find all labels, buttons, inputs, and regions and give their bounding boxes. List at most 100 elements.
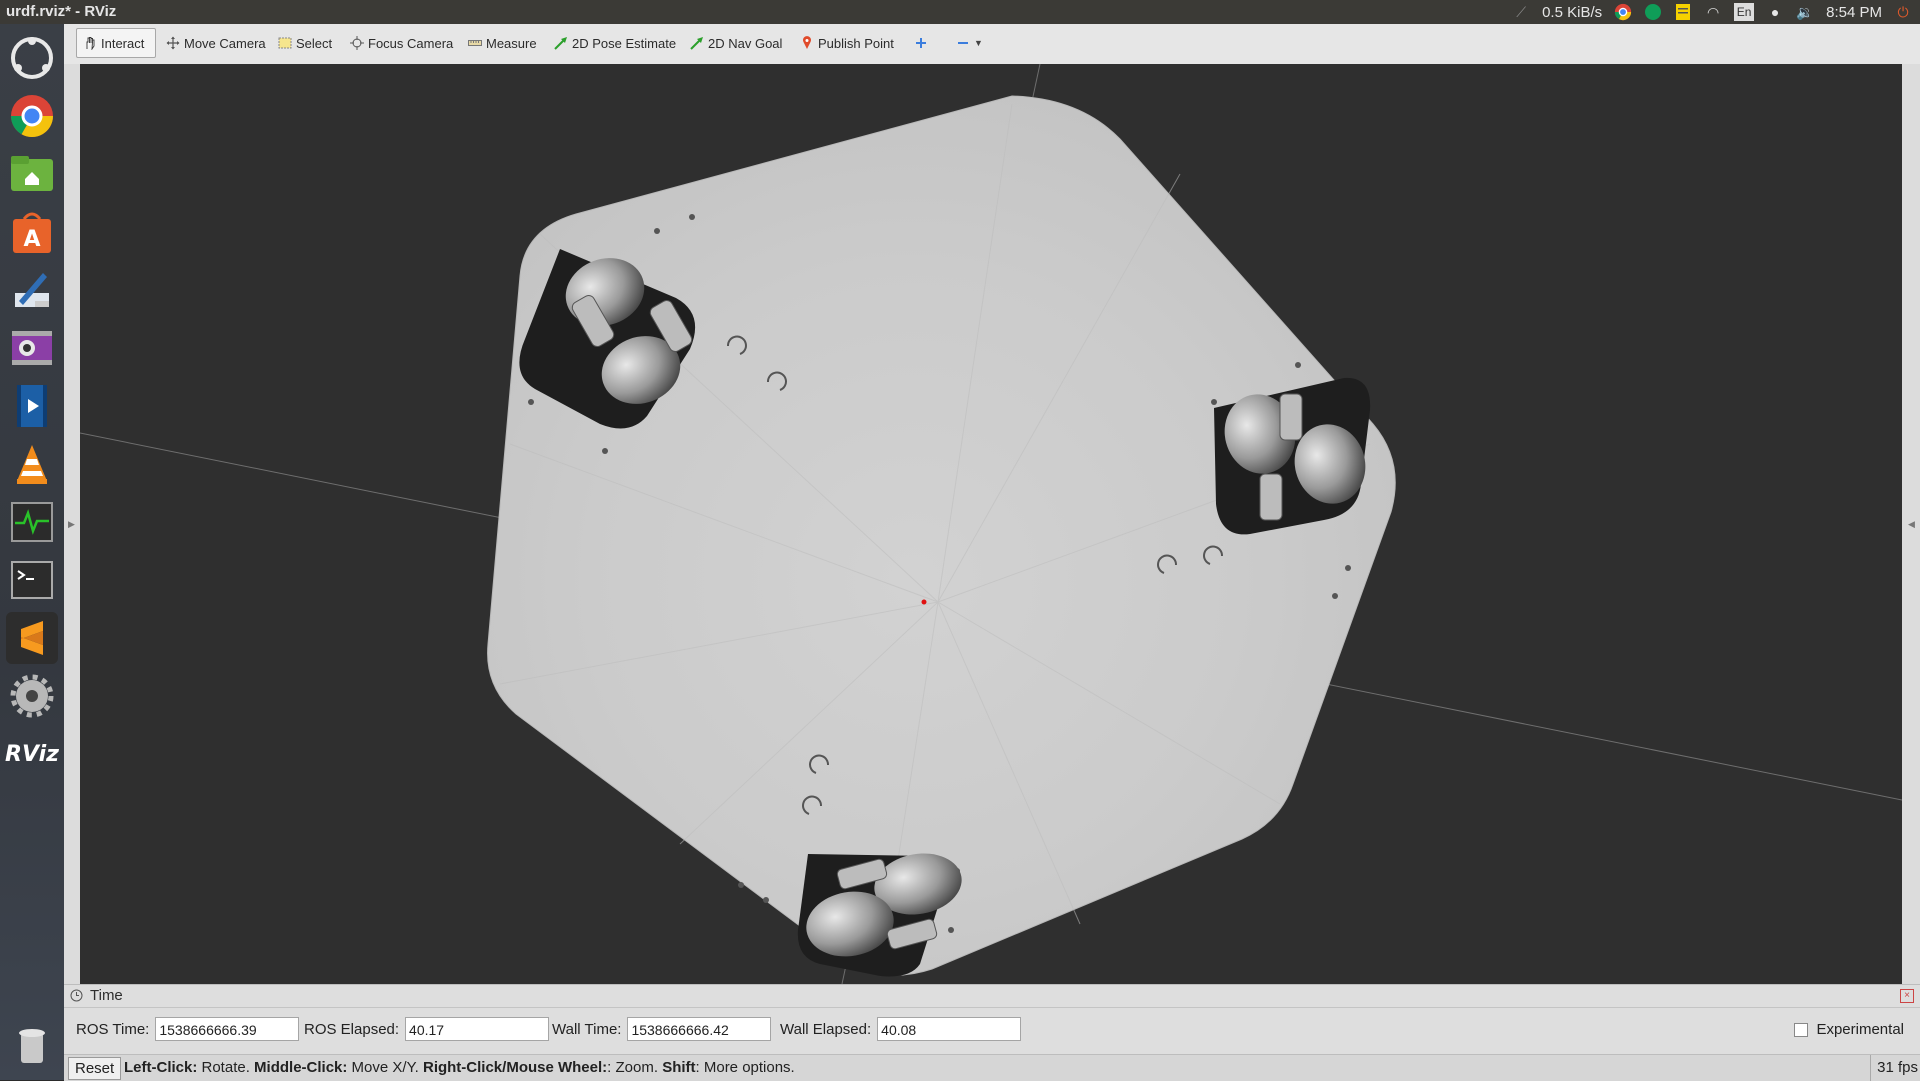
- hint-right-click-key: Right-Click/Mouse Wheel:: [422, 1059, 608, 1076]
- ros-time-value[interactable]: 1538666666.39: [155, 1017, 300, 1041]
- interact-tool-label: Interact: [101, 35, 145, 51]
- origin-marker: [921, 599, 927, 605]
- messaging-icon[interactable]: ●: [1766, 3, 1784, 21]
- status-bar: Reset Left-Click: Rotate. Middle-Click: …: [64, 1054, 1920, 1081]
- hint-shift-key: Shift: [662, 1059, 696, 1076]
- robot-base-plate: [487, 95, 1396, 977]
- clock-icon: [70, 989, 83, 1002]
- right-panel-splitter[interactable]: ◀: [1902, 64, 1920, 984]
- svg-text:A: A: [23, 227, 40, 252]
- hand-icon: [86, 37, 95, 50]
- left-panel-splitter[interactable]: ▶: [64, 64, 80, 984]
- robot-render[interactable]: [80, 64, 1902, 984]
- publish-point-tool-label: Publish Point: [818, 35, 894, 51]
- hint-shift-text: : More options.: [695, 1059, 795, 1076]
- focus-camera-tool-label: Focus Camera: [368, 35, 454, 51]
- add-tool-button[interactable]: [908, 28, 934, 58]
- network-speed[interactable]: 0.5 KiB/s: [1542, 4, 1602, 21]
- chrome-icon[interactable]: [6, 90, 58, 142]
- minus-icon: [958, 42, 968, 44]
- ubuntu-dash-icon[interactable]: [6, 32, 58, 84]
- move-camera-icon: [166, 36, 180, 50]
- sublime-text-icon[interactable]: [6, 612, 58, 664]
- volume-icon[interactable]: 🔉: [1796, 3, 1814, 21]
- rviz-toolbar: Interact Move Camera Select Focus Camera…: [64, 24, 1920, 65]
- trash-icon[interactable]: [6, 1018, 58, 1070]
- window-title: urdf.rviz* - RViz: [6, 3, 117, 20]
- power-icon[interactable]: ⏻: [1894, 3, 1912, 21]
- experimental-toggle[interactable]: Experimental: [1794, 1021, 1904, 1038]
- webcam-icon[interactable]: [6, 322, 58, 374]
- pose-estimate-tool-label: 2D Pose Estimate: [572, 35, 677, 51]
- text-editor-icon[interactable]: [6, 264, 58, 316]
- wall-time-value[interactable]: 1538666666.42: [627, 1017, 772, 1041]
- system-tray: ⟋ 0.5 KiB/s ◠ En ● 🔉 8:54 PM ⏻: [1512, 2, 1912, 22]
- ros-elapsed-value[interactable]: 40.17: [405, 1017, 550, 1041]
- network-arrow-icon[interactable]: ⟋: [1512, 3, 1530, 21]
- wifi-icon[interactable]: ◠: [1704, 3, 1722, 21]
- hangouts-tray-icon[interactable]: [1644, 3, 1662, 21]
- expand-left-icon[interactable]: ▶: [68, 519, 75, 530]
- move-camera-tool-button[interactable]: Move Camera: [160, 28, 272, 58]
- 3d-viewport[interactable]: [80, 64, 1902, 984]
- focus-camera-icon: [350, 36, 364, 50]
- fps-counter: 31 fps: [1870, 1055, 1920, 1081]
- reset-button[interactable]: Reset: [68, 1057, 122, 1080]
- ros-time-label: ROS Time:: [76, 1020, 150, 1038]
- system-top-bar: urdf.rviz* - RViz ⟋ 0.5 KiB/s ◠ En ● 🔉 8…: [0, 0, 1920, 24]
- select-icon: [278, 37, 292, 49]
- files-icon[interactable]: [6, 148, 58, 200]
- settings-icon[interactable]: [6, 670, 58, 722]
- ros-elapsed-label: ROS Elapsed:: [304, 1020, 400, 1038]
- chevron-down-icon: ▼: [974, 38, 983, 48]
- ros-time-field: ROS Time: 1538666666.39: [76, 1017, 300, 1041]
- time-panel-header: Time ×: [64, 985, 1920, 1008]
- rviz-launcher-label: RViz: [5, 741, 59, 767]
- pose-estimate-tool-button[interactable]: 2D Pose Estimate: [548, 28, 682, 58]
- wall-elapsed-label: Wall Elapsed:: [780, 1020, 872, 1038]
- interact-tool-button[interactable]: Interact: [76, 28, 156, 58]
- select-tool-label: Select: [296, 35, 333, 51]
- green-arrow-icon: [554, 37, 567, 50]
- ruler-icon: [468, 40, 482, 46]
- publish-point-tool-button[interactable]: Publish Point: [794, 28, 900, 58]
- system-monitor-icon[interactable]: [6, 496, 58, 548]
- measure-tool-label: Measure: [486, 35, 537, 51]
- notes-tray-icon[interactable]: [1674, 3, 1692, 21]
- wall-time-field: Wall Time: 1538666666.42: [552, 1017, 772, 1041]
- unity-launcher: A RViz: [0, 24, 64, 1080]
- green-arrow-icon: [690, 37, 703, 50]
- hint-left-click-key: Left-Click:: [124, 1059, 198, 1076]
- time-panel: Time × ROS Time: 1538666666.39 ROS Elaps…: [64, 984, 1920, 1055]
- expand-right-icon[interactable]: ◀: [1908, 519, 1915, 530]
- close-panel-icon[interactable]: ×: [1900, 989, 1914, 1003]
- hint-right-click-text: : Zoom.: [607, 1059, 663, 1076]
- plus-icon: [916, 38, 926, 48]
- wall-elapsed-field: Wall Elapsed: 40.08: [780, 1017, 1022, 1041]
- ros-elapsed-field: ROS Elapsed: 40.17: [304, 1017, 550, 1041]
- interaction-hint: Left-Click: Rotate. Middle-Click: Move X…: [124, 1059, 795, 1076]
- measure-tool-button[interactable]: Measure: [462, 28, 543, 58]
- software-center-icon[interactable]: A: [6, 206, 58, 258]
- pin-icon: [803, 36, 811, 49]
- terminal-icon[interactable]: [6, 554, 58, 606]
- keyboard-icon[interactable]: En: [1734, 3, 1755, 21]
- experimental-label: Experimental: [1816, 1021, 1904, 1038]
- select-tool-button[interactable]: Select: [272, 28, 338, 58]
- focus-camera-tool-button[interactable]: Focus Camera: [344, 28, 459, 58]
- time-panel-title: Time: [90, 987, 123, 1004]
- rviz-icon[interactable]: RViz: [5, 728, 59, 780]
- wall-elapsed-value[interactable]: 40.08: [877, 1017, 1022, 1041]
- hint-left-click-text: Rotate.: [197, 1059, 255, 1076]
- remove-tool-button[interactable]: ▼: [950, 28, 989, 58]
- chrome-tray-icon[interactable]: [1614, 3, 1632, 21]
- vlc-icon[interactable]: [6, 438, 58, 490]
- rviz-window: Interact Move Camera Select Focus Camera…: [64, 24, 1920, 1081]
- nav-goal-tool-button[interactable]: 2D Nav Goal: [684, 28, 788, 58]
- video-editor-icon[interactable]: [6, 380, 58, 432]
- clock[interactable]: 8:54 PM: [1826, 4, 1882, 21]
- wall-time-label: Wall Time:: [552, 1020, 622, 1038]
- move-camera-tool-label: Move Camera: [184, 35, 266, 51]
- experimental-checkbox[interactable]: [1794, 1022, 1809, 1037]
- hint-middle-click-key: Middle-Click:: [254, 1059, 348, 1076]
